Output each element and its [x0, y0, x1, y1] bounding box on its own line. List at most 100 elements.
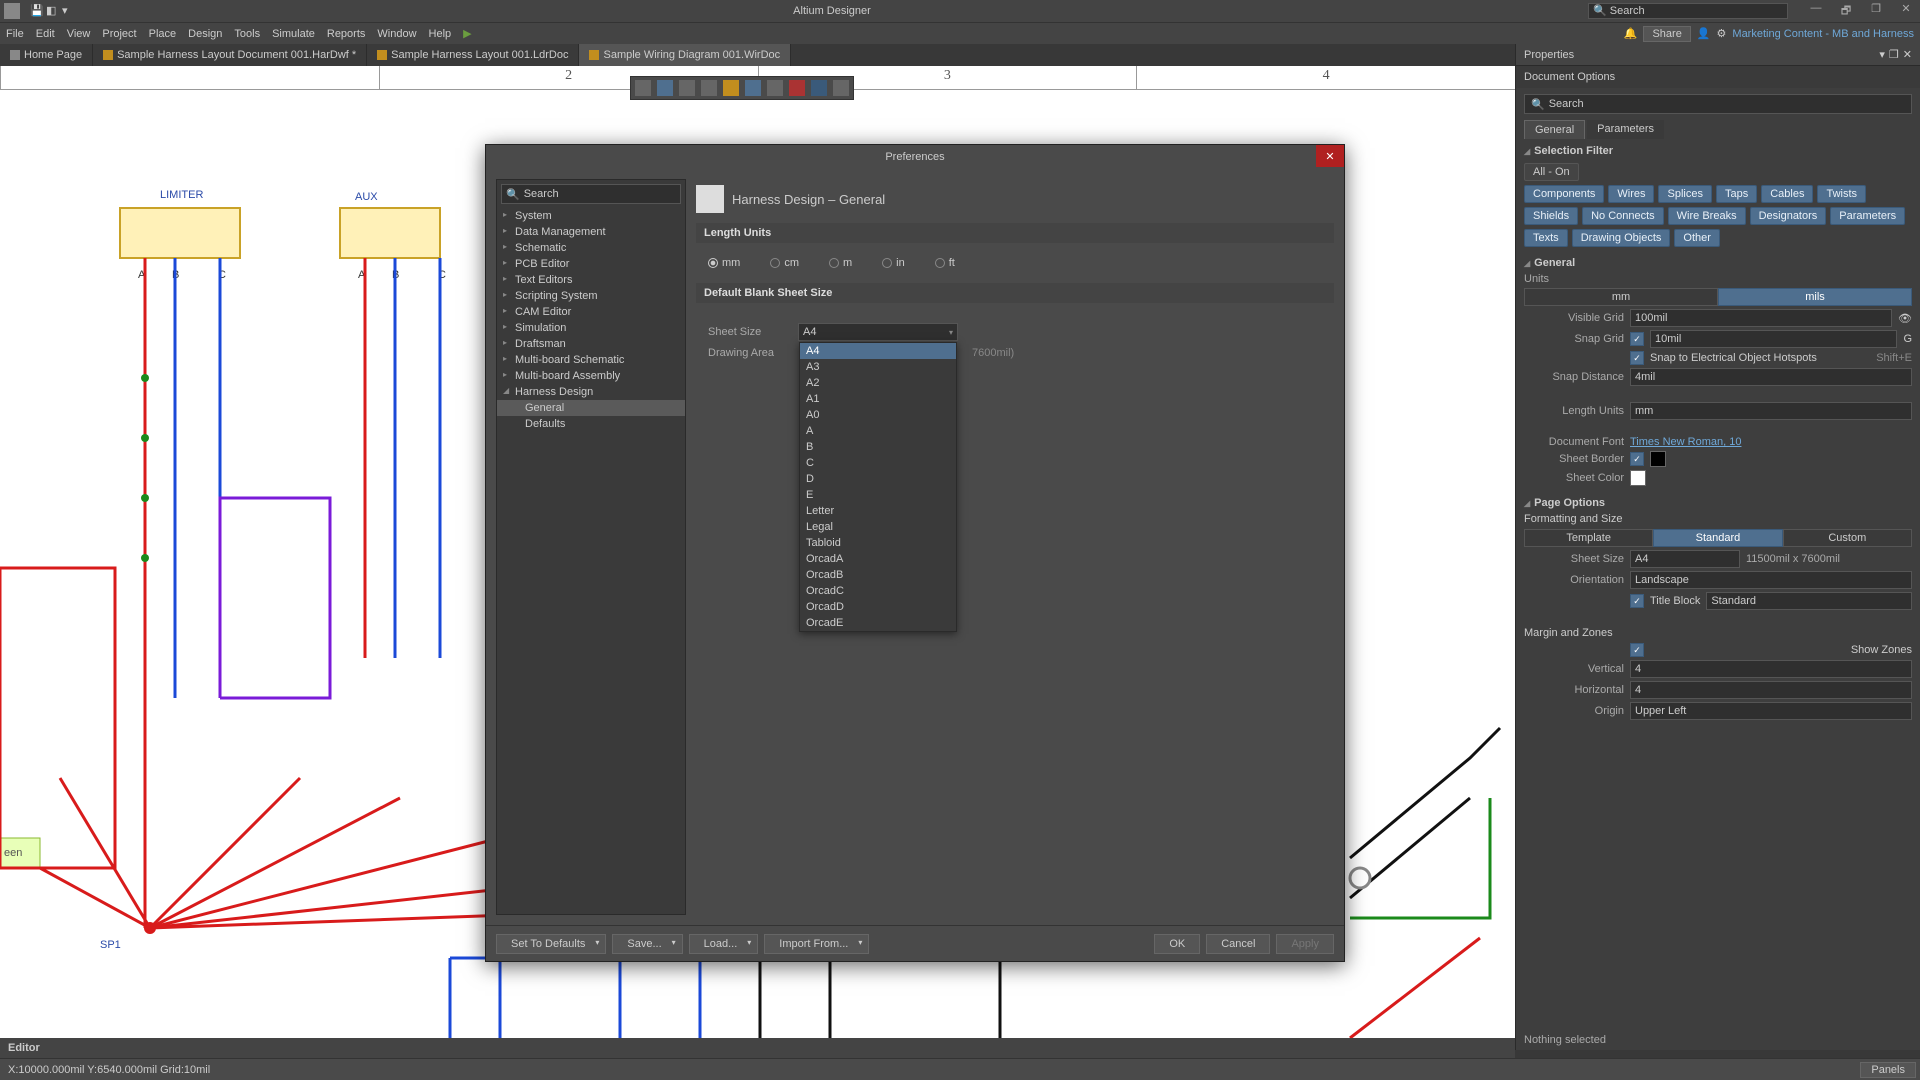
- chevron-down-icon[interactable]: ▾: [62, 4, 76, 18]
- sheet-size-combo[interactable]: A4 A4 A3 A2 A1 A0 A B C D E Lette: [798, 323, 958, 341]
- chip-twists[interactable]: Twists: [1817, 185, 1866, 203]
- snap-grid-check[interactable]: ✓: [1630, 332, 1644, 346]
- tree-simulation[interactable]: Simulation: [497, 320, 685, 336]
- option-orcada[interactable]: OrcadA: [800, 551, 956, 567]
- menu-help[interactable]: Help: [429, 28, 452, 40]
- chip-noconnects[interactable]: No Connects: [1582, 207, 1664, 225]
- close-panel-icon[interactable]: ✕: [1903, 48, 1912, 61]
- tree-system[interactable]: System: [497, 208, 685, 224]
- chip-shields[interactable]: Shields: [1524, 207, 1578, 225]
- option-e[interactable]: E: [800, 487, 956, 503]
- chip-taps[interactable]: Taps: [1716, 185, 1757, 203]
- radio-mm[interactable]: mm: [708, 257, 740, 269]
- tree-text-editors[interactable]: Text Editors: [497, 272, 685, 288]
- import-button[interactable]: Import From...: [764, 934, 869, 954]
- tab-home[interactable]: Home Page: [0, 44, 93, 66]
- tab-general[interactable]: General: [1524, 120, 1585, 139]
- floating-toolbar[interactable]: [630, 76, 854, 100]
- radio-cm[interactable]: cm: [770, 257, 799, 269]
- tab-wiring-diagram[interactable]: Sample Wiring Diagram 001.WirDoc: [579, 44, 791, 66]
- wire-icon[interactable]: [745, 80, 761, 96]
- tree-multiboard-assembly[interactable]: Multi-board Assembly: [497, 368, 685, 384]
- option-letter[interactable]: Letter: [800, 503, 956, 519]
- chip-parameters[interactable]: Parameters: [1830, 207, 1905, 225]
- chip-all-on[interactable]: All - On: [1524, 163, 1579, 181]
- visible-grid-input[interactable]: 100mil: [1630, 309, 1892, 327]
- option-a0[interactable]: A0: [800, 407, 956, 423]
- option-orcadc[interactable]: OrcadC: [800, 583, 956, 599]
- sheet-color-swatch[interactable]: [1630, 470, 1646, 486]
- toggle-icon[interactable]: ◧: [46, 4, 60, 18]
- units-segmented[interactable]: mmmils: [1524, 288, 1912, 306]
- delete-icon[interactable]: [789, 80, 805, 96]
- connect-icon[interactable]: [723, 80, 739, 96]
- user-icon[interactable]: 👤: [1697, 27, 1711, 40]
- menu-simulate[interactable]: Simulate: [272, 28, 315, 40]
- menu-tools[interactable]: Tools: [234, 28, 260, 40]
- save-button[interactable]: Save...: [612, 934, 682, 954]
- chip-splices[interactable]: Splices: [1658, 185, 1711, 203]
- document-font-link[interactable]: Times New Roman, 10: [1630, 436, 1741, 448]
- tree-draftsman[interactable]: Draftsman: [497, 336, 685, 352]
- save-icon[interactable]: 💾: [30, 4, 44, 18]
- fmt-custom[interactable]: Custom: [1783, 529, 1912, 547]
- share-button[interactable]: Share: [1643, 26, 1690, 42]
- option-orcadb[interactable]: OrcadB: [800, 567, 956, 583]
- title-block-select[interactable]: Standard: [1706, 592, 1912, 610]
- tree-data-management[interactable]: Data Management: [497, 224, 685, 240]
- set-defaults-button[interactable]: Set To Defaults: [496, 934, 606, 954]
- menu-reports[interactable]: Reports: [327, 28, 366, 40]
- option-c[interactable]: C: [800, 455, 956, 471]
- menu-project[interactable]: Project: [102, 28, 136, 40]
- load-button[interactable]: Load...: [689, 934, 759, 954]
- section-title[interactable]: General: [1524, 257, 1912, 269]
- radio-m[interactable]: m: [829, 257, 852, 269]
- menu-edit[interactable]: Edit: [36, 28, 55, 40]
- option-a[interactable]: A: [800, 423, 956, 439]
- global-search[interactable]: 🔍 Search: [1588, 3, 1788, 19]
- menu-design[interactable]: Design: [188, 28, 222, 40]
- restore-button[interactable]: 🗗: [1836, 2, 1856, 21]
- format-segmented[interactable]: TemplateStandardCustom: [1524, 529, 1912, 547]
- fmt-template[interactable]: Template: [1524, 529, 1653, 547]
- dock-icon[interactable]: ❐: [1889, 48, 1899, 61]
- workspace-label[interactable]: Marketing Content - MB and Harness: [1732, 28, 1914, 40]
- text-icon[interactable]: [811, 80, 827, 96]
- section-title[interactable]: Selection Filter: [1524, 145, 1912, 157]
- tree-cam-editor[interactable]: CAM Editor: [497, 304, 685, 320]
- snap-distance-input[interactable]: 4mil: [1630, 368, 1912, 386]
- prefs-search[interactable]: 🔍Search: [501, 184, 681, 204]
- chip-components[interactable]: Components: [1524, 185, 1604, 203]
- maximize-button[interactable]: ❐: [1866, 2, 1886, 21]
- option-b[interactable]: B: [800, 439, 956, 455]
- units-mm[interactable]: mm: [1524, 288, 1718, 306]
- menu-view[interactable]: View: [67, 28, 91, 40]
- sheet-border-check[interactable]: ✓: [1630, 452, 1644, 466]
- option-d[interactable]: D: [800, 471, 956, 487]
- menu-place[interactable]: Place: [149, 28, 177, 40]
- plus-icon[interactable]: [657, 80, 673, 96]
- tree-harness-design[interactable]: Harness Design: [497, 384, 685, 400]
- filter-icon[interactable]: [635, 80, 651, 96]
- menu-window[interactable]: Window: [377, 28, 416, 40]
- chip-drawingobjects[interactable]: Drawing Objects: [1572, 229, 1671, 247]
- notify-icon[interactable]: 🔔: [1624, 27, 1638, 40]
- chip-wirebreaks[interactable]: Wire Breaks: [1668, 207, 1746, 225]
- editor-strip-label[interactable]: Editor: [8, 1042, 40, 1054]
- tree-multiboard-schematic[interactable]: Multi-board Schematic: [497, 352, 685, 368]
- tree-scripting[interactable]: Scripting System: [497, 288, 685, 304]
- length-units-select[interactable]: mm: [1630, 402, 1912, 420]
- option-orcadd[interactable]: OrcadD: [800, 599, 956, 615]
- radio-in[interactable]: in: [882, 257, 905, 269]
- align-icon[interactable]: [701, 80, 717, 96]
- minimize-button[interactable]: —: [1806, 2, 1826, 21]
- tab-harness-layout-doc[interactable]: Sample Harness Layout Document 001.HarDw…: [93, 44, 367, 66]
- radio-ft[interactable]: ft: [935, 257, 955, 269]
- snap-grid-input[interactable]: 10mil: [1650, 330, 1897, 348]
- tree-harness-defaults[interactable]: Defaults: [497, 416, 685, 432]
- chip-cables[interactable]: Cables: [1761, 185, 1813, 203]
- option-orcade[interactable]: OrcadE: [800, 615, 956, 631]
- chip-wires[interactable]: Wires: [1608, 185, 1654, 203]
- chip-texts[interactable]: Texts: [1524, 229, 1568, 247]
- play-icon[interactable]: ▶: [463, 27, 471, 40]
